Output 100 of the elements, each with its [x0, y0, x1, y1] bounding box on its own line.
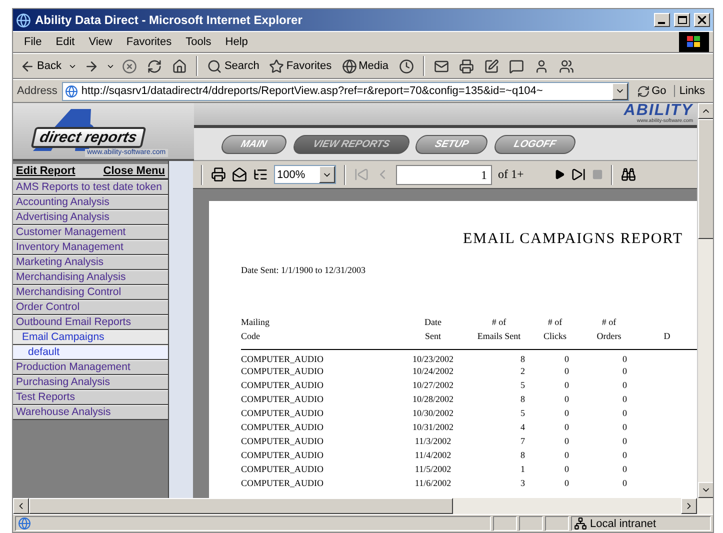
table-cell-text: 0	[622, 379, 628, 392]
report-date-range: Date Sent: 1/1/1900 to 12/31/2003	[241, 265, 366, 275]
table-cell-text: COMPUTER_AUDIO	[241, 421, 325, 434]
table-cell-text: 10/30/2002	[411, 407, 454, 420]
menu-item[interactable]: Production Management	[13, 360, 168, 375]
menu-item[interactable]: Help	[218, 34, 255, 50]
links-button[interactable]: Links	[674, 85, 709, 97]
table-cell-text: 0	[622, 421, 628, 434]
go-arrow-icon	[636, 84, 650, 98]
next-button[interactable]	[554, 169, 565, 180]
edit-icon	[484, 58, 499, 74]
maximize-button[interactable]	[674, 13, 690, 27]
menu-item[interactable]: Purchasing Analysis	[13, 375, 168, 390]
menu-link[interactable]: Close Menu	[103, 165, 165, 177]
menu-item[interactable]: Outbound Email Reports	[13, 315, 168, 330]
menu-item[interactable]: Marketing Analysis	[13, 255, 168, 270]
scroll-right-icon[interactable]	[681, 498, 697, 514]
back-button[interactable]: Back	[17, 58, 64, 74]
table-cell-text: COMPUTER_AUDIO	[241, 449, 325, 462]
find-button[interactable]	[620, 167, 636, 182]
menu-item[interactable]: Merchandising Control	[13, 285, 168, 300]
scroll-thumb[interactable]	[698, 119, 713, 239]
table-cell-text: 3	[520, 477, 526, 490]
table-cell-text: COMPUTER_AUDIO	[241, 477, 325, 490]
column-header: # of Emails Sent	[469, 315, 529, 350]
next-page-icon	[554, 169, 565, 180]
table-cell-text: 0	[622, 407, 628, 420]
clock-icon	[398, 58, 414, 74]
print-button[interactable]	[211, 167, 226, 182]
page-number-field[interactable]: 1	[396, 164, 492, 184]
favorites-button[interactable]: Favorites	[266, 58, 335, 74]
close-icon	[698, 16, 706, 24]
close-button[interactable]	[694, 13, 710, 27]
table-cell: 10/23/2002	[397, 350, 469, 364]
vertical-scrollbar[interactable]	[697, 103, 713, 498]
menu-item[interactable]: Edit	[48, 34, 82, 50]
table-cell-text: 0	[564, 365, 570, 378]
last-button[interactable]	[570, 167, 586, 182]
minimize-button[interactable]	[654, 13, 670, 27]
table-cell-text: 10/28/2002	[411, 393, 454, 406]
search-button[interactable]: Search	[204, 58, 262, 74]
table-cell-text: 11/6/2002	[414, 477, 452, 490]
go-button[interactable]: Go	[630, 84, 672, 98]
table-cell-text: 11/4/2002	[414, 449, 452, 462]
table-cell-text: 1	[520, 463, 526, 476]
menu-item[interactable]: File	[17, 34, 49, 50]
page-count: of 1+	[498, 167, 524, 182]
address-field[interactable]: http://sqasrv1/datadirectr4/ddreports/ReportView.asp?ref=r&report=70&config=135&id=~q104~	[62, 82, 629, 100]
media-button[interactable]: Media	[338, 58, 392, 74]
browser-icon	[16, 12, 31, 28]
menu-item[interactable]: Warehouse Analysis	[13, 405, 168, 420]
horizontal-scrollbar[interactable]	[13, 498, 713, 514]
first-page-icon	[354, 167, 369, 182]
table-cell-text: 0	[622, 463, 628, 476]
table-cell-text: COMPUTER_AUDIO	[241, 379, 325, 392]
menu-item[interactable]: Accounting Analysis	[13, 195, 168, 210]
table-cell-text: 0	[564, 407, 570, 420]
refresh-icon	[147, 58, 162, 74]
menu-item[interactable]: Test Reports	[13, 390, 168, 405]
menu-item[interactable]: Customer Management	[13, 225, 168, 240]
message-icon	[508, 58, 524, 74]
printer-icon	[211, 167, 226, 182]
table-cell-text: 8	[520, 449, 526, 462]
table-cell-text: COMPUTER_AUDIO	[241, 463, 325, 476]
table-cell-text: 0	[622, 365, 628, 378]
person-icon	[534, 58, 549, 74]
star-icon	[269, 58, 284, 74]
binoculars-icon	[620, 167, 636, 182]
scroll-thumb[interactable]	[29, 498, 453, 514]
menu-item[interactable]: View	[82, 34, 120, 50]
menu-item[interactable]: Favorites	[119, 34, 179, 50]
menu-item[interactable]: Tools	[178, 34, 218, 50]
menu-item[interactable]: AMS Reports to test date token	[13, 180, 168, 195]
zoom-select[interactable]: 100%	[274, 165, 336, 184]
scroll-left-icon[interactable]	[13, 498, 29, 514]
menu-item[interactable]: Email Campaigns	[13, 330, 168, 345]
menu-item[interactable]: Inventory Management	[13, 240, 168, 255]
menu-item[interactable]: Merchandising Analysis	[13, 270, 168, 285]
scroll-down-icon[interactable]	[698, 482, 713, 498]
table-cell-text: 8	[520, 393, 526, 406]
table-cell: 0	[529, 350, 581, 364]
column-header: # of Clicks	[529, 315, 581, 350]
table-cell-text: COMPUTER_AUDIO	[241, 435, 325, 448]
scroll-up-icon[interactable]	[698, 103, 713, 119]
column-header: Mailing Code	[241, 315, 397, 350]
menu-item[interactable]: Order Control	[13, 300, 168, 315]
table-cell-text: 0	[622, 449, 628, 462]
table-cell-text: 11/5/2002	[414, 463, 452, 476]
tree-button[interactable]	[253, 167, 268, 182]
table-cell-text: 5	[520, 407, 526, 420]
menu-item[interactable]: Advertising Analysis	[13, 210, 168, 225]
menu-item[interactable]: default	[13, 345, 168, 360]
export-button[interactable]	[232, 167, 247, 182]
table-cell-text: COMPUTER_AUDIO	[241, 393, 325, 406]
column-header: # of Orders	[581, 315, 637, 350]
windows-logo-icon	[679, 32, 709, 52]
table-cell-text: 0	[564, 463, 570, 476]
mail-icon	[434, 58, 449, 74]
table-cell-text: COMPUTER_AUDIO	[241, 407, 325, 420]
menu-link[interactable]: Edit Report	[16, 165, 76, 177]
